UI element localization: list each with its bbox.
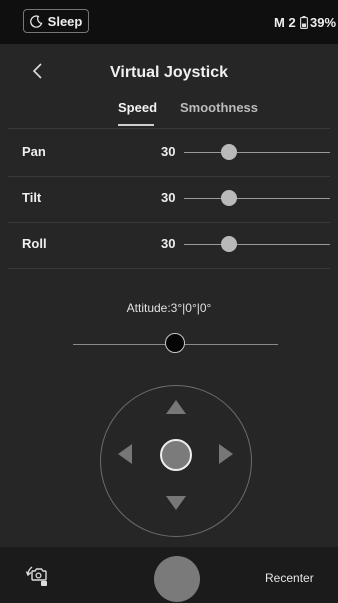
recenter-button[interactable]: Recenter bbox=[265, 571, 314, 585]
arrow-right-icon[interactable] bbox=[219, 444, 233, 464]
joystick-pad[interactable] bbox=[100, 385, 252, 537]
arrow-up-icon[interactable] bbox=[166, 400, 186, 414]
header: Virtual Joystick bbox=[0, 44, 338, 102]
sleep-button[interactable]: Sleep bbox=[23, 9, 89, 33]
tilt-label: Tilt bbox=[22, 190, 42, 205]
pan-slider[interactable] bbox=[184, 144, 330, 160]
attitude-slider[interactable] bbox=[73, 333, 278, 353]
sleep-label: Sleep bbox=[47, 13, 83, 29]
arrow-down-icon[interactable] bbox=[166, 496, 186, 510]
shutter-button[interactable] bbox=[154, 556, 200, 602]
battery-percent: 39% bbox=[310, 15, 337, 30]
tab-active-indicator bbox=[118, 124, 154, 126]
pan-row: Pan 30 bbox=[0, 130, 338, 176]
bottom-bar: Recenter bbox=[0, 547, 338, 603]
page-title: Virtual Joystick bbox=[110, 64, 228, 81]
mode-indicator: M 2 bbox=[274, 15, 296, 30]
battery-status: 39% bbox=[300, 15, 336, 30]
roll-row: Roll 30 bbox=[0, 222, 338, 268]
divider bbox=[8, 128, 330, 129]
tilt-slider[interactable] bbox=[184, 190, 330, 206]
roll-slider-knob[interactable] bbox=[221, 236, 237, 252]
camera-rotate-icon[interactable] bbox=[24, 561, 52, 589]
status-bar: Sleep M 2 39% bbox=[0, 0, 338, 44]
pan-label: Pan bbox=[22, 144, 46, 159]
roll-slider[interactable] bbox=[184, 236, 330, 252]
roll-value: 30 bbox=[161, 236, 176, 251]
attitude-slider-knob[interactable] bbox=[165, 333, 185, 353]
moon-icon bbox=[29, 14, 43, 28]
roll-label: Roll bbox=[22, 236, 47, 251]
attitude-readout: Attitude:3°|0°|0° bbox=[126, 301, 212, 315]
tab-speed[interactable]: Speed bbox=[118, 100, 157, 115]
pan-value: 30 bbox=[161, 144, 176, 159]
pan-slider-knob[interactable] bbox=[221, 144, 237, 160]
arrow-left-icon[interactable] bbox=[118, 444, 132, 464]
tilt-slider-knob[interactable] bbox=[221, 190, 237, 206]
tab-smoothness[interactable]: Smoothness bbox=[180, 100, 258, 115]
joystick-stick[interactable] bbox=[160, 439, 192, 471]
tab-bar: Speed Smoothness bbox=[0, 100, 338, 128]
divider bbox=[8, 268, 330, 269]
battery-icon bbox=[300, 16, 308, 29]
tilt-row: Tilt 30 bbox=[0, 176, 338, 222]
tilt-value: 30 bbox=[161, 190, 176, 205]
